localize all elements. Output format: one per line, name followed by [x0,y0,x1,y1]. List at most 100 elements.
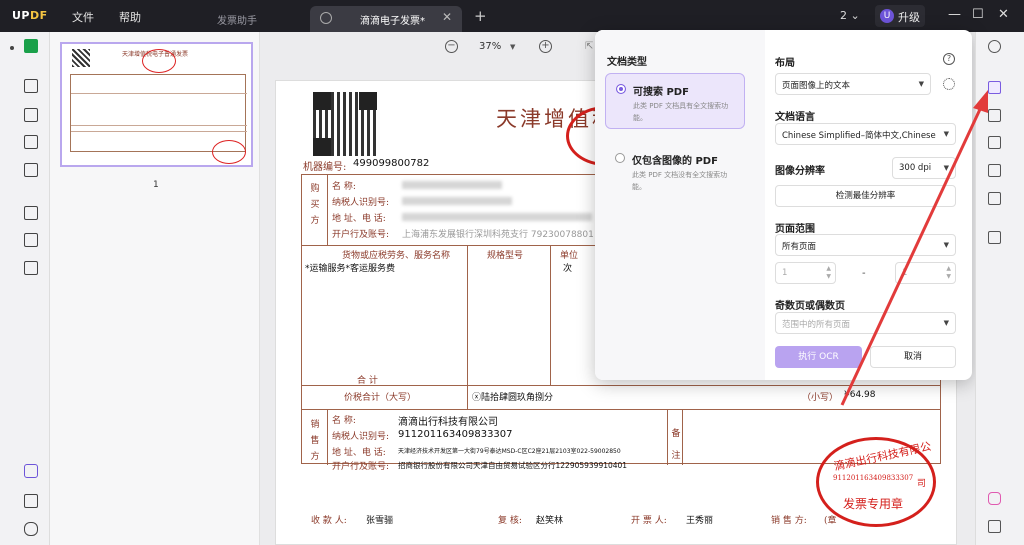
upgrade-label: 升级 [898,11,920,24]
crop-icon[interactable] [24,233,38,247]
comment-icon[interactable] [24,79,38,93]
layers-icon[interactable] [24,464,38,478]
total-small-label: （小写） [802,393,839,403]
goods-header: 货物或应税劳务、服务名称 [342,251,451,261]
detect-best-resolution-button[interactable]: 检测最佳分辨率 [775,185,956,207]
reader-mode-icon[interactable] [24,39,38,53]
chevron-down-icon: ▼ [943,319,949,327]
bookmark-icon[interactable] [24,494,38,508]
perform-ocr-button[interactable]: 执行 OCR [775,346,862,368]
organize-pages-icon[interactable] [24,206,38,220]
title-bar: UPDF 文件 帮助 发票助手 滴滴电子发票* ✕ + 2 ⌄ U 升级 — ☐… [0,0,1024,32]
right-toolbar [975,32,1024,545]
issuer-name: 王秀丽 [686,516,714,526]
payee-label: 收 款 人: [311,516,347,526]
option-searchable-pdf[interactable]: 可搜索 PDF 此类 PDF 文档具有全文搜索功能。 [605,73,745,129]
menu-file[interactable]: 文件 [72,9,94,25]
range-to-input[interactable]: 1 ▲ ▼ [895,262,956,284]
machine-number-label: 机器编号: [303,162,347,173]
ocr-settings-panel: 文档类型 可搜索 PDF 此类 PDF 文档具有全文搜索功能。 仅包含图像的 P… [595,30,972,380]
feedback-icon[interactable] [988,520,1001,533]
collapse-dot-icon[interactable] [10,46,14,50]
page-range-title: 页面范围 [775,224,815,235]
protect-icon[interactable] [988,136,1001,149]
reviewer-label: 复 核: [498,516,522,526]
maximize-button[interactable]: ☐ [972,7,984,22]
ai-assistant-icon[interactable] [988,492,1001,505]
tab-invoice-assistant[interactable]: 发票助手 [217,12,257,27]
zoom-bar: − 37% ▼ + ⇱ [445,40,595,60]
buyer-side-label: 购买方 [310,184,320,226]
redacted-buyer-name [402,181,502,189]
page-range-select[interactable]: 所有页面 ▼ [775,234,956,256]
fit-page-icon[interactable]: ⇱ [585,41,593,52]
document-type-section: 文档类型 可搜索 PDF 此类 PDF 文档具有全文搜索功能。 仅包含图像的 P… [595,30,765,380]
zoom-out-button[interactable]: − [445,40,458,53]
thumbnail-stamp-top [142,49,176,73]
attachment-icon[interactable] [24,522,38,536]
language-title: 文档语言 [775,112,815,123]
layout-select[interactable]: 页面图像上的文本 ▼ [775,73,931,95]
ocr-icon[interactable] [988,81,1001,94]
buyer-bank-value: 上海浦东发展银行深圳科苑支行 79230078801 [402,230,594,240]
minimize-button[interactable]: — [948,7,961,22]
range-separator: - [862,268,866,279]
close-window-button[interactable]: ✕ [998,7,1009,22]
invoice-qr-code [313,92,377,156]
cancel-button[interactable]: 取消 [870,346,956,368]
seller-sign-label: 销 售 方: [771,516,807,526]
layout-title: 布局 [775,58,795,69]
seller-address: 天津经济技术开发区第一大街79号泰达MSD-C区C2座21层2103室022-5… [398,448,621,455]
close-tab-icon[interactable]: ✕ [442,10,452,24]
page-layout-icon[interactable] [24,135,38,149]
buyer-name-label: 名 称: [332,182,356,192]
reviewer-name: 赵笑林 [536,516,564,526]
image-only-radio[interactable] [615,153,625,163]
seller-name: 滴滴出行科技有限公司 [398,417,498,428]
page-thumbnail-1[interactable]: 天津增值税电子普通发票 [60,42,253,167]
buyer-taxid-label: 纳税人识别号: [332,198,390,208]
chevron-down-icon: ▼ [943,241,949,249]
zoom-in-button[interactable]: + [539,40,552,53]
subtotal-label: 合 计 [357,376,378,386]
form-icon[interactable] [24,163,38,177]
odd-even-title: 奇数页或偶数页 [775,301,845,312]
seller-name-label: 名 称: [332,416,356,426]
goods-item: *运输服务*客运服务费 [305,264,396,274]
unit-value: 次 [563,264,573,274]
thumbnail-qr-code [72,49,90,67]
convert-icon[interactable] [988,109,1001,122]
redact-icon[interactable] [24,261,38,275]
tab-document[interactable]: 滴滴电子发票* ✕ [310,6,462,32]
chevron-down-icon: ▼ [943,164,949,172]
thumbnail-page-number: 1 [153,180,159,190]
issuer-label: 开 票 人: [631,516,667,526]
zoom-level[interactable]: 37% [479,41,501,52]
new-tab-button[interactable]: + [474,7,487,25]
redacted-buyer-taxid [402,197,512,205]
unit-header: 单位 [560,251,579,261]
seller-taxid-label: 纳税人识别号: [332,432,390,442]
upgrade-button[interactable]: U 升级 [875,5,925,27]
window-count-dropdown[interactable]: 2 ⌄ [840,9,860,22]
help-icon[interactable]: ? [943,53,955,65]
total-uppercase: ⓧ陆拾肆圆玖角捌分 [472,393,554,403]
share-icon[interactable] [988,164,1001,177]
option-image-only-pdf[interactable]: 仅包含图像的 PDF 此类 PDF 文档没有全文搜索功能。 [605,143,745,199]
range-from-input[interactable]: 1 ▲ ▼ [775,262,836,284]
language-select[interactable]: Chinese Simplified–简体中文,Chinese ... ▼ [775,123,956,145]
resolution-select[interactable]: 300 dpi ▼ [892,157,956,179]
settings-icon[interactable] [943,78,955,90]
searchable-radio[interactable] [616,84,626,94]
save-icon[interactable] [988,231,1001,244]
zoom-dropdown-icon[interactable]: ▼ [510,43,515,51]
buyer-bank-label: 开户行及账号: [332,230,390,240]
search-icon[interactable] [988,40,1001,53]
odd-even-select[interactable]: 范围中的所有页面 ▼ [775,312,956,334]
edit-pdf-icon[interactable] [24,108,38,122]
email-icon[interactable] [988,192,1001,205]
seller-taxid: 911201163409833307 [398,429,513,440]
seller-bank: 招商银行股份有限公司天津自由贸易试验区分行122905939910401 [398,461,628,470]
seller-bank-label: 开户行及账号: [332,462,390,472]
menu-help[interactable]: 帮助 [119,9,141,25]
